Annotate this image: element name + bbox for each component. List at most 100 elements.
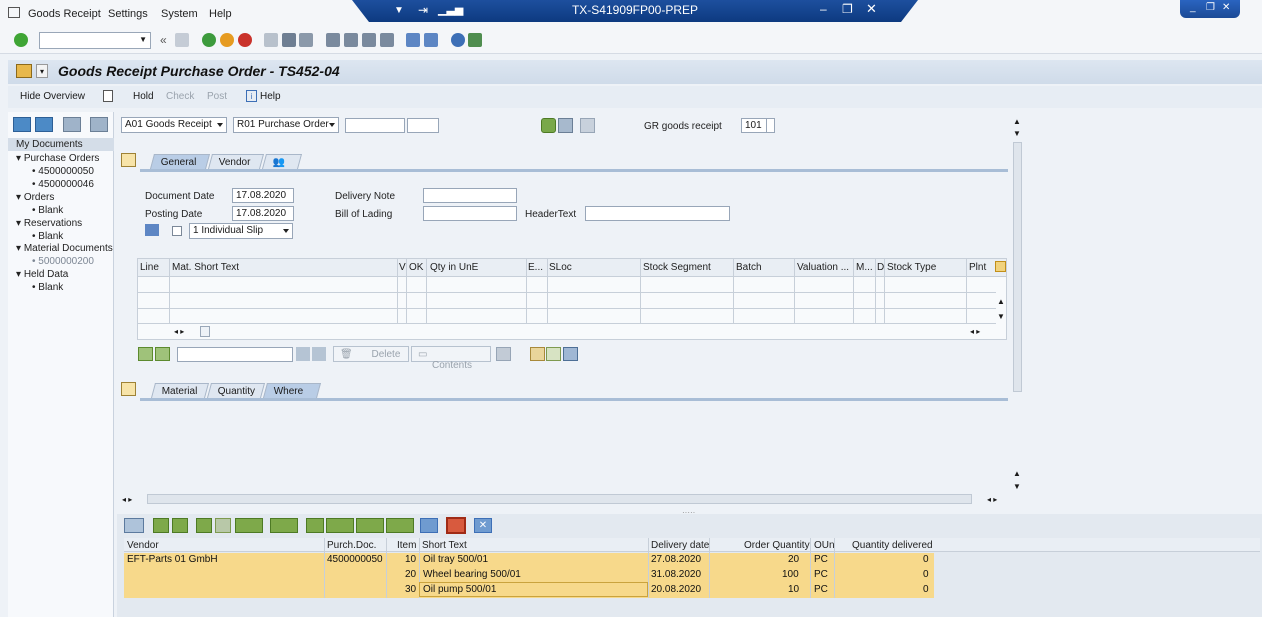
window-close-icon[interactable]: ✕ bbox=[1222, 2, 1230, 13]
movement-type-input[interactable]: 101 bbox=[741, 118, 767, 133]
col-purch-doc[interactable]: Purch.Doc. bbox=[327, 540, 376, 551]
sash-dots-icon[interactable]: ····· bbox=[682, 508, 695, 517]
action-select[interactable]: A01 Goods Receipt bbox=[121, 117, 227, 133]
view-icon[interactable] bbox=[326, 518, 354, 533]
main-hscrollbar[interactable] bbox=[147, 494, 972, 504]
tab-where[interactable]: Where bbox=[262, 383, 322, 398]
col-oun[interactable]: OUn bbox=[814, 540, 835, 551]
hold-button[interactable]: Hold bbox=[133, 91, 154, 102]
close-overview-icon[interactable] bbox=[90, 117, 108, 132]
nav-held-blank[interactable]: • Blank bbox=[32, 282, 63, 293]
close-icon[interactable]: ✕ bbox=[866, 1, 877, 17]
menu-exit-icon[interactable] bbox=[8, 7, 20, 18]
po-number-input[interactable] bbox=[345, 118, 405, 133]
find-next-po-icon[interactable] bbox=[215, 518, 231, 533]
details-icon[interactable] bbox=[124, 518, 144, 533]
grid-scroll-up-icon[interactable]: ▲ bbox=[997, 297, 1005, 306]
menu-system[interactable]: System bbox=[161, 8, 198, 20]
delete-button[interactable]: 🗑 Delete bbox=[333, 346, 409, 362]
window-minimize-icon[interactable]: _ bbox=[1190, 2, 1196, 13]
col-order-quantity[interactable]: Order Quantity bbox=[744, 540, 810, 551]
tool-a-icon[interactable] bbox=[530, 347, 545, 361]
col-line[interactable]: Line bbox=[140, 262, 159, 273]
nav-po-4500000046[interactable]: • 4500000046 bbox=[32, 179, 94, 190]
expand-all-icon[interactable] bbox=[13, 117, 31, 132]
enter-check-icon[interactable] bbox=[14, 33, 28, 47]
col-e[interactable]: E... bbox=[528, 262, 543, 273]
col-delivery-date[interactable]: Delivery date bbox=[651, 540, 709, 551]
prev-page-icon[interactable] bbox=[344, 33, 358, 47]
total-icon[interactable] bbox=[270, 518, 298, 533]
close-list-icon[interactable]: ✕ bbox=[474, 518, 492, 533]
print-list-icon[interactable] bbox=[306, 518, 324, 533]
find-items-icon[interactable] bbox=[296, 347, 310, 361]
help-icon[interactable] bbox=[451, 33, 465, 47]
slip-select[interactable]: 1 Individual Slip bbox=[189, 223, 293, 239]
grid-hscroll-thumb[interactable] bbox=[200, 326, 210, 337]
print-checkbox[interactable] bbox=[172, 226, 182, 236]
detail-toggle-icon[interactable] bbox=[121, 382, 136, 396]
col-batch[interactable]: Batch bbox=[736, 262, 762, 273]
info-list-icon[interactable] bbox=[420, 518, 438, 533]
deselect-all-icon[interactable] bbox=[155, 347, 170, 361]
nav-matdoc-5000000200[interactable]: • 5000000200 bbox=[32, 256, 94, 267]
first-page-icon[interactable] bbox=[326, 33, 340, 47]
tool-b-icon[interactable] bbox=[546, 347, 561, 361]
nav-reservations[interactable]: ▾ Reservations bbox=[16, 218, 82, 229]
col-v[interactable]: V bbox=[399, 262, 406, 273]
back-chevron-icon[interactable]: « bbox=[160, 33, 167, 47]
table-row[interactable]: EFT-Parts 01 GmbH 4500000050 10 Oil tray… bbox=[124, 553, 934, 568]
reference-select[interactable]: R01 Purchase Order bbox=[233, 117, 339, 133]
export-icon[interactable] bbox=[356, 518, 384, 533]
tab-partner[interactable]: 👥 bbox=[261, 154, 303, 169]
sort-asc-icon[interactable] bbox=[153, 518, 169, 533]
hscroll-left-icon[interactable]: ◂ ▸ bbox=[122, 495, 132, 504]
contents-button[interactable]: ▭ Contents bbox=[411, 346, 491, 371]
grid-scroll-down-icon[interactable]: ▼ bbox=[997, 312, 1005, 321]
header-text-input[interactable] bbox=[585, 206, 730, 221]
filter-icon[interactable] bbox=[235, 518, 263, 533]
new-session-icon[interactable] bbox=[406, 33, 420, 47]
shortcut-icon[interactable] bbox=[424, 33, 438, 47]
col-short-text[interactable]: Short Text bbox=[422, 540, 467, 551]
document-date-input[interactable]: 17.08.2020 bbox=[232, 188, 294, 203]
delete-icon[interactable] bbox=[63, 117, 81, 132]
nav-purchase-orders[interactable]: ▾ Purchase Orders bbox=[16, 153, 99, 164]
adopt-icon[interactable] bbox=[446, 517, 466, 534]
tab-quantity[interactable]: Quantity bbox=[206, 383, 266, 398]
command-field[interactable]: ▼ bbox=[39, 32, 151, 49]
menu-settings[interactable]: Settings bbox=[108, 8, 148, 20]
bill-of-lading-input[interactable] bbox=[423, 206, 517, 221]
tab-general[interactable]: General bbox=[149, 154, 211, 169]
header-toggle-icon[interactable] bbox=[121, 153, 136, 167]
detail-scroll-down-icon[interactable]: ▼ bbox=[1013, 482, 1021, 491]
col-valuation[interactable]: Valuation ... bbox=[797, 262, 849, 273]
item-search-input[interactable] bbox=[177, 347, 293, 362]
col-qty-une[interactable]: Qty in UnE bbox=[430, 262, 478, 273]
col-vendor[interactable]: Vendor bbox=[127, 540, 159, 551]
tab-material[interactable]: Material bbox=[150, 383, 210, 398]
hide-overview-button[interactable]: Hide Overview bbox=[20, 91, 85, 102]
col-plnt[interactable]: Plnt bbox=[969, 262, 986, 273]
nav-orders-blank[interactable]: • Blank bbox=[32, 205, 63, 216]
info-icon[interactable]: i bbox=[246, 90, 257, 102]
col-stock-segment[interactable]: Stock Segment bbox=[643, 262, 711, 273]
col-stock-type[interactable]: Stock Type bbox=[887, 262, 936, 273]
col-sloc[interactable]: SLoc bbox=[549, 262, 572, 273]
chevron-down-icon[interactable]: ▼ bbox=[139, 35, 147, 44]
layout-icon[interactable] bbox=[468, 33, 482, 47]
col-m[interactable]: M... bbox=[856, 262, 873, 273]
menu-goods-receipt[interactable]: Goods Receipt bbox=[28, 8, 101, 20]
exit-icon[interactable] bbox=[220, 33, 234, 47]
nav-held-data[interactable]: ▾ Held Data bbox=[16, 269, 68, 280]
posting-date-input[interactable]: 17.08.2020 bbox=[232, 206, 294, 221]
tab-vendor[interactable]: Vendor bbox=[207, 154, 265, 169]
save-icon[interactable] bbox=[175, 33, 189, 47]
check-button[interactable]: Check bbox=[166, 91, 194, 102]
find-po-icon[interactable] bbox=[196, 518, 212, 533]
scroll-up-icon[interactable]: ▲ bbox=[1013, 117, 1021, 126]
scroll-down-icon[interactable]: ▼ bbox=[1013, 129, 1021, 138]
minimize-icon[interactable]: – bbox=[820, 2, 827, 16]
table-row[interactable]: 20 Wheel bearing 500/01 31.08.2020 100 P… bbox=[124, 568, 934, 583]
column-config-icon[interactable] bbox=[995, 261, 1006, 272]
